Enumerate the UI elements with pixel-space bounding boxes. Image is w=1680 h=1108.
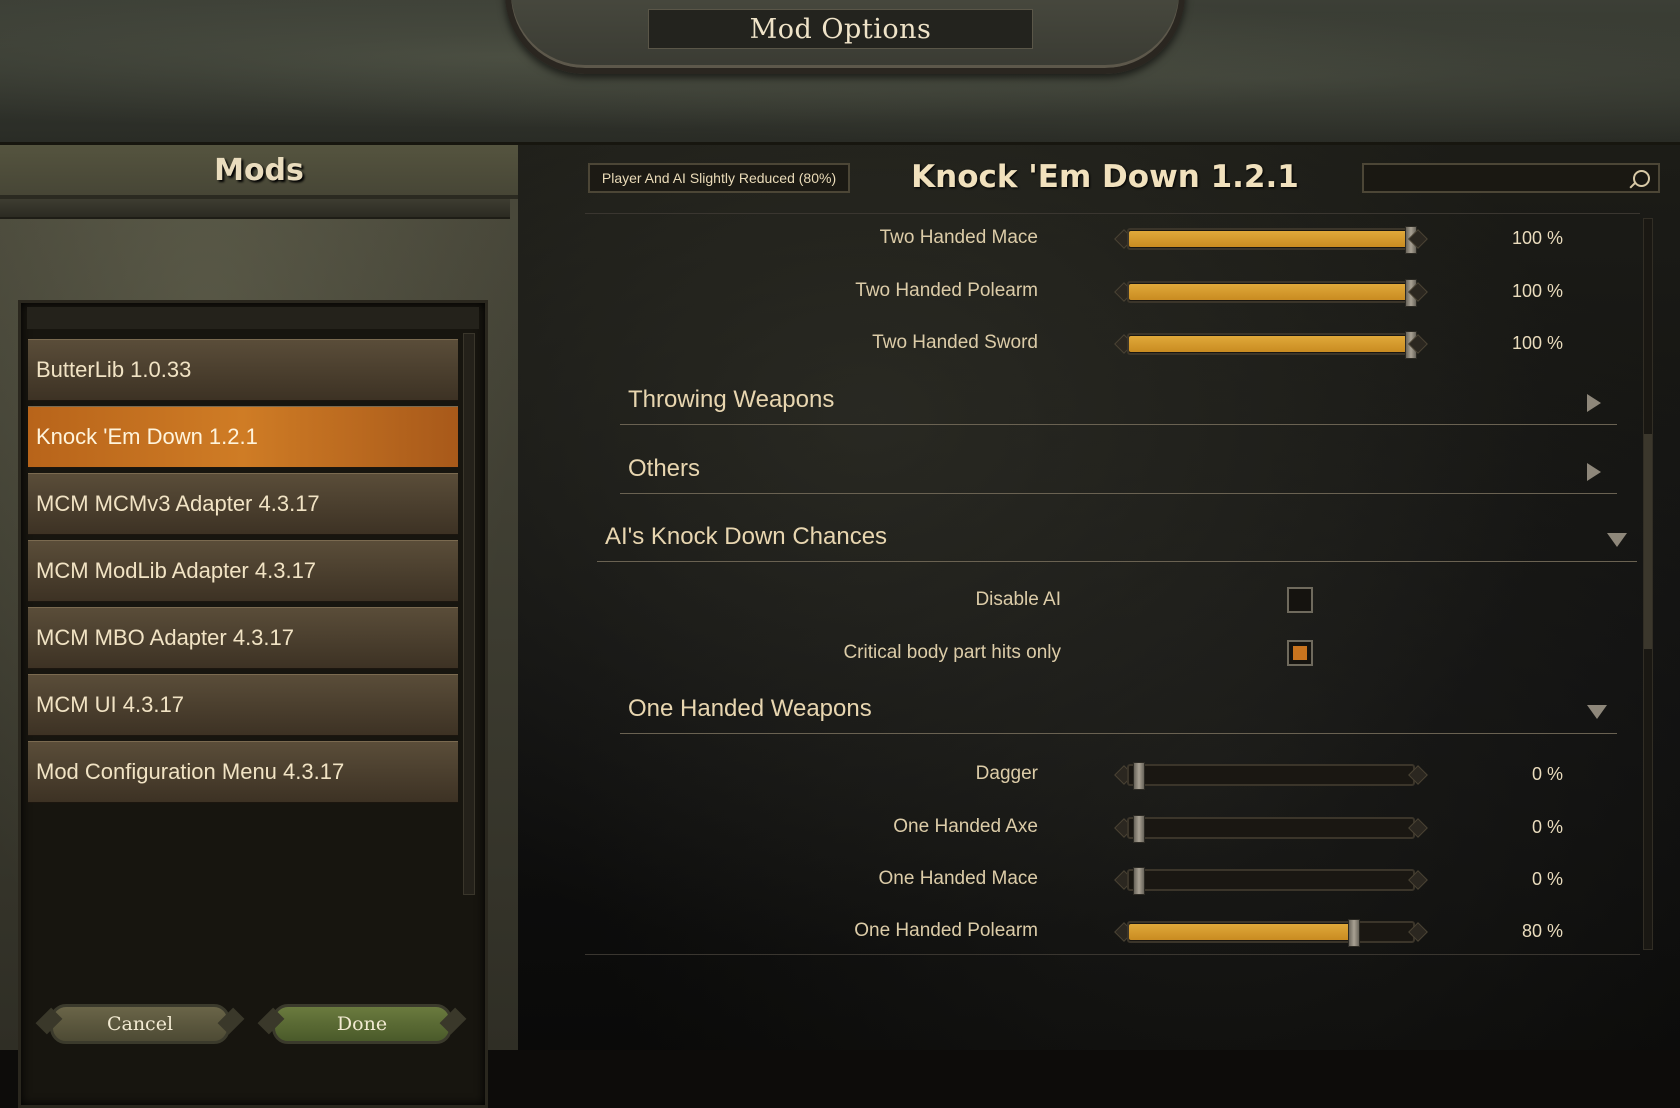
two-handed-mace-slider[interactable] — [1114, 226, 1428, 254]
setting-row: Dagger 0 % — [585, 754, 1640, 794]
section-label: Throwing Weapons — [628, 386, 835, 413]
setting-label: Two Handed Polearm — [855, 280, 1038, 301]
slider-handle[interactable] — [1133, 762, 1145, 790]
section-label: AI's Knock Down Chances — [605, 523, 888, 550]
settings-scrollbar[interactable] — [1643, 218, 1653, 950]
mod-item-mcm-mbo-adapter[interactable]: MCM MBO Adapter 4.3.17 — [28, 607, 458, 669]
setting-row: Disable AI — [585, 580, 1640, 620]
preset-dropdown[interactable]: Player And AI Slightly Reduced (80%) — [588, 163, 850, 193]
setting-label: Disable AI — [975, 589, 1061, 610]
search-input[interactable] — [1362, 163, 1660, 193]
section-throwing-weapons[interactable]: Throwing Weapons — [620, 376, 1617, 425]
setting-row: Two Handed Sword 100 % — [585, 323, 1640, 363]
settings-content: Two Handed Mace 100 % Two Handed Polearm… — [585, 214, 1640, 954]
footer-divider — [585, 954, 1640, 955]
collapse-arrow-icon — [1607, 533, 1627, 547]
one-handed-polearm-slider[interactable] — [1114, 919, 1428, 947]
expand-arrow-icon — [1587, 463, 1601, 481]
mods-ledge — [0, 199, 510, 219]
setting-row: Critical body part hits only — [585, 633, 1640, 673]
collapse-arrow-icon — [1587, 705, 1607, 719]
mod-item-mcm-ui[interactable]: MCM UI 4.3.17 — [28, 674, 458, 736]
one-handed-axe-slider[interactable] — [1114, 815, 1428, 843]
slider-handle[interactable] — [1133, 867, 1145, 895]
slider-value: 0 % — [1531, 868, 1563, 889]
cancel-button-label: Cancel — [106, 1013, 174, 1035]
mod-list: ButterLib 1.0.33 Knock 'Em Down 1.2.1 MC… — [18, 300, 488, 1108]
mod-item-butterlib[interactable]: ButterLib 1.0.33 — [28, 339, 458, 401]
setting-label: Two Handed Sword — [872, 332, 1038, 353]
mods-header: Mods — [0, 145, 518, 199]
section-label: One Handed Weapons — [628, 695, 872, 722]
setting-row: Two Handed Mace 100 % — [585, 218, 1640, 258]
slider-value: 80 % — [1521, 920, 1563, 941]
setting-label: One Handed Polearm — [854, 920, 1038, 941]
section-others[interactable]: Others — [620, 445, 1617, 494]
slider-track — [1127, 764, 1415, 786]
mod-item-mcm-modlib-adapter[interactable]: MCM ModLib Adapter 4.3.17 — [28, 540, 458, 602]
mod-item-mod-configuration-menu[interactable]: Mod Configuration Menu 4.3.17 — [28, 741, 458, 803]
slider-fill — [1129, 284, 1413, 300]
setting-row: One Handed Axe 0 % — [585, 807, 1640, 847]
dagger-slider[interactable] — [1114, 762, 1428, 790]
done-button-label: Done — [336, 1013, 388, 1035]
section-one-handed-weapons[interactable]: One Handed Weapons — [620, 685, 1617, 734]
mod-list-scrollbar[interactable] — [463, 333, 475, 895]
expand-arrow-icon — [1587, 394, 1601, 412]
slider-fill — [1129, 924, 1356, 940]
slider-fill — [1129, 336, 1413, 352]
section-ai-knock-down-chances[interactable]: AI's Knock Down Chances — [597, 513, 1637, 562]
setting-row: One Handed Mace 0 % — [585, 859, 1640, 899]
cancel-button[interactable]: Cancel — [35, 1004, 245, 1044]
setting-label: Critical body part hits only — [843, 642, 1061, 663]
window-title: Mod Options — [648, 9, 1033, 49]
mod-item-mcm-mcmv3-adapter[interactable]: MCM MCMv3 Adapter 4.3.17 — [28, 473, 458, 535]
slider-handle[interactable] — [1133, 815, 1145, 843]
top-header: Mod Options — [0, 0, 1680, 145]
slider-value: 0 % — [1531, 816, 1563, 837]
slider-value: 100 % — [1511, 280, 1563, 301]
search-icon[interactable] — [1633, 170, 1650, 187]
setting-label: Two Handed Mace — [879, 227, 1038, 248]
slider-track — [1127, 869, 1415, 891]
slider-value: 100 % — [1511, 332, 1563, 353]
setting-label: One Handed Mace — [878, 868, 1039, 889]
setting-row: Two Handed Polearm 100 % — [585, 271, 1640, 311]
slider-fill — [1129, 231, 1413, 247]
slider-value: 0 % — [1531, 763, 1563, 784]
done-button[interactable]: Done — [257, 1004, 467, 1044]
scrollbar-thumb[interactable] — [1644, 434, 1652, 649]
two-handed-sword-slider[interactable] — [1114, 331, 1428, 359]
setting-row: One Handed Polearm 80 % — [585, 911, 1640, 951]
mod-title: Knock 'Em Down 1.2.1 — [911, 159, 1299, 195]
critical-body-part-checkbox[interactable] — [1287, 640, 1313, 666]
setting-label: One Handed Axe — [893, 816, 1038, 837]
one-handed-mace-slider[interactable] — [1114, 867, 1428, 895]
slider-track — [1127, 817, 1415, 839]
mod-list-top — [27, 307, 479, 329]
setting-label: Dagger — [975, 763, 1038, 784]
slider-handle[interactable] — [1348, 919, 1360, 947]
two-handed-polearm-slider[interactable] — [1114, 279, 1428, 307]
slider-value: 100 % — [1511, 227, 1563, 248]
section-label: Others — [628, 455, 701, 482]
disable-ai-checkbox[interactable] — [1287, 587, 1313, 613]
mod-item-knock-em-down[interactable]: Knock 'Em Down 1.2.1 — [28, 406, 458, 468]
